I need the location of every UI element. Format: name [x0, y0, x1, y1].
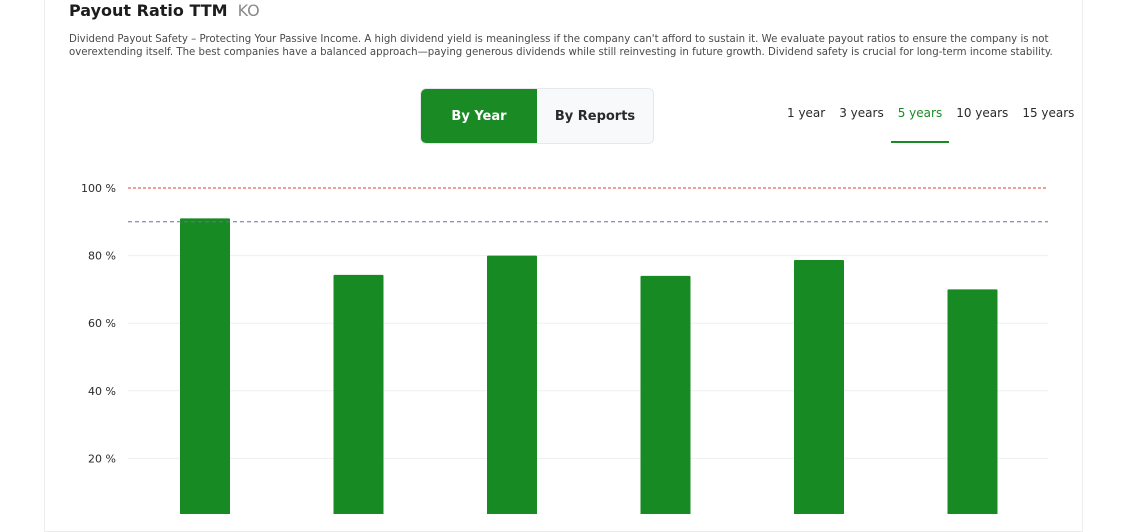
bar [487, 255, 537, 514]
y-tick-label: 60 % [88, 317, 116, 330]
bar [333, 274, 384, 514]
y-tick-label: 20 % [88, 452, 116, 465]
bar [947, 289, 998, 514]
y-tick-label: 80 % [88, 250, 116, 263]
y-tick-label: 40 % [88, 385, 116, 398]
bar [640, 275, 691, 514]
payout-ratio-chart: 20 % 40 % 60 % 80 % 100 % [81, 182, 1048, 514]
bar [794, 259, 844, 514]
y-tick-label: 100 % [81, 182, 116, 195]
bar [180, 218, 230, 514]
